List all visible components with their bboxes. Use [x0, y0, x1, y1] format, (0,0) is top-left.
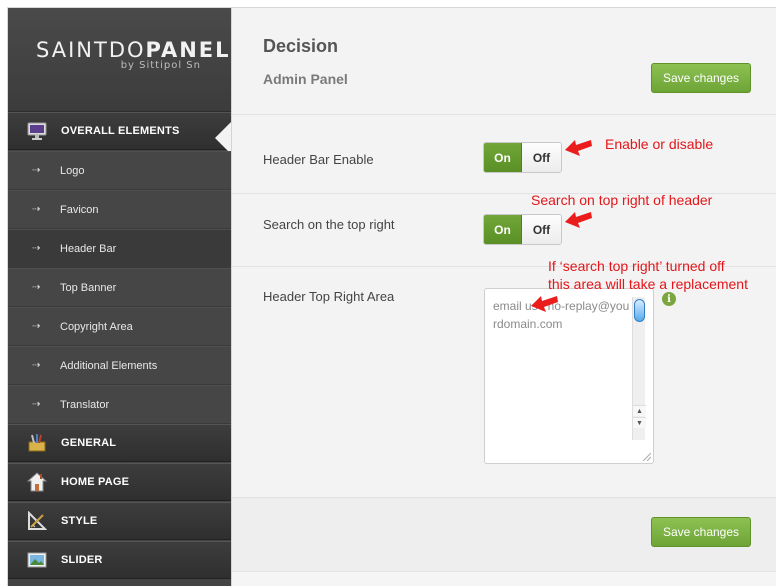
- setting-label: Header Bar Enable: [263, 152, 374, 167]
- sidebar-item-logo[interactable]: ⇢ Logo: [8, 151, 231, 190]
- arrow-right-icon: ⇢: [32, 321, 41, 332]
- info-icon[interactable]: i: [662, 292, 676, 306]
- picture-icon: [26, 549, 48, 571]
- ruler-icon: [26, 510, 48, 532]
- textarea-scrollbar[interactable]: ▲ ▼: [632, 297, 646, 440]
- sidebar-item-top-banner[interactable]: ⇢ Top Banner: [8, 268, 231, 307]
- brand-title: SAINTDOPANEL: [36, 38, 231, 62]
- sidebar-item-header-bar[interactable]: ⇢ Header Bar: [8, 229, 231, 268]
- sidebar-item-label: Copyright Area: [60, 320, 133, 333]
- brand-byline: by Sittipol Sn: [120, 60, 201, 71]
- sidebar-category-home-page[interactable]: HOME PAGE: [8, 463, 231, 501]
- scroll-down-icon[interactable]: ▼: [633, 417, 646, 428]
- setting-label: Search on the top right: [263, 217, 395, 232]
- page-title: Decision: [263, 36, 339, 56]
- active-pointer: [215, 122, 231, 154]
- sidebar-category-label: HOME PAGE: [61, 476, 130, 488]
- sidebar-category-label: SLIDER: [61, 554, 103, 566]
- toggle-on[interactable]: On: [484, 143, 522, 172]
- resize-grip-icon[interactable]: [641, 451, 651, 461]
- sidebar-item-label: Additional Elements: [60, 359, 158, 372]
- tools-icon: [26, 432, 48, 454]
- red-arrow-icon: [531, 296, 558, 312]
- sidebar-category-label: STYLE: [61, 515, 98, 527]
- sidebar-category-slider[interactable]: SLIDER: [8, 541, 231, 579]
- sidebar-category-overall-elements[interactable]: OVERALL ELEMENTS: [8, 112, 231, 154]
- house-icon: [26, 471, 48, 493]
- setting-label: Header Top Right Area: [263, 289, 395, 304]
- arrow-right-icon: ⇢: [32, 243, 41, 254]
- sidebar-item-label: Translator: [60, 398, 110, 411]
- logo: SAINTDOPANEL by Sittipol Sn: [8, 8, 231, 112]
- arrow-right-icon: ⇢: [32, 399, 41, 410]
- header-top-right-textarea[interactable]: email us : no-replay@yourdomain.com ▲ ▼: [484, 288, 654, 464]
- scroll-up-icon[interactable]: ▲: [633, 405, 646, 416]
- arrow-right-icon: ⇢: [32, 282, 41, 293]
- sidebar-item-copyright-area[interactable]: ⇢ Copyright Area: [8, 307, 231, 346]
- sidebar-item-label: Top Banner: [60, 281, 117, 294]
- toggle-on[interactable]: On: [484, 215, 522, 244]
- sidebar-item-label: Favicon: [60, 203, 99, 216]
- sidebar-category-style[interactable]: STYLE: [8, 502, 231, 540]
- arrow-right-icon: ⇢: [32, 204, 41, 215]
- annotation-search-note: Search on top right of header: [531, 192, 713, 208]
- annotation-replacement-line2: this area will take a replacement: [548, 276, 748, 292]
- toggle-off[interactable]: Off: [522, 215, 561, 244]
- sidebar-category-label: OVERALL ELEMENTS: [61, 125, 180, 137]
- scroll-thumb[interactable]: [634, 299, 645, 322]
- search-top-right-toggle[interactable]: On Off: [483, 214, 562, 245]
- page-subtitle: Admin Panel: [263, 71, 348, 87]
- arrow-right-icon: ⇢: [32, 165, 41, 176]
- header-bar-enable-toggle[interactable]: On Off: [483, 142, 562, 173]
- sidebar-item-additional-elements[interactable]: ⇢ Additional Elements: [8, 346, 231, 385]
- sidebar-category-general[interactable]: GENERAL: [8, 424, 231, 462]
- annotation-enable-disable: Enable or disable: [605, 136, 714, 152]
- sidebar: SAINTDOPANEL by Sittipol Sn OVERALL ELEM…: [8, 8, 231, 586]
- red-arrow-icon: [565, 212, 592, 228]
- monitor-icon: [26, 120, 48, 142]
- bottom-strip: [232, 571, 776, 586]
- textarea-value: email us : no-replay@yourdomain.com: [493, 299, 630, 331]
- annotation-replacement-line1: If ‘search top right’ turned off: [548, 258, 725, 274]
- main-content: Decision Admin Panel Save changes Header…: [231, 8, 776, 586]
- save-button[interactable]: Save changes: [651, 63, 751, 93]
- sidebar-category-label: GENERAL: [61, 437, 117, 449]
- toggle-off[interactable]: Off: [522, 143, 561, 172]
- arrow-right-icon: ⇢: [32, 360, 41, 371]
- red-arrow-icon: [565, 140, 592, 156]
- sidebar-item-label: Logo: [60, 164, 85, 177]
- sidebar-item-translator[interactable]: ⇢ Translator: [8, 385, 231, 424]
- save-button-bottom[interactable]: Save changes: [651, 517, 751, 547]
- sidebar-item-label: Header Bar: [60, 242, 117, 255]
- sidebar-item-favicon[interactable]: ⇢ Favicon: [8, 190, 231, 229]
- admin-window: SAINTDOPANEL by Sittipol Sn OVERALL ELEM…: [7, 7, 776, 586]
